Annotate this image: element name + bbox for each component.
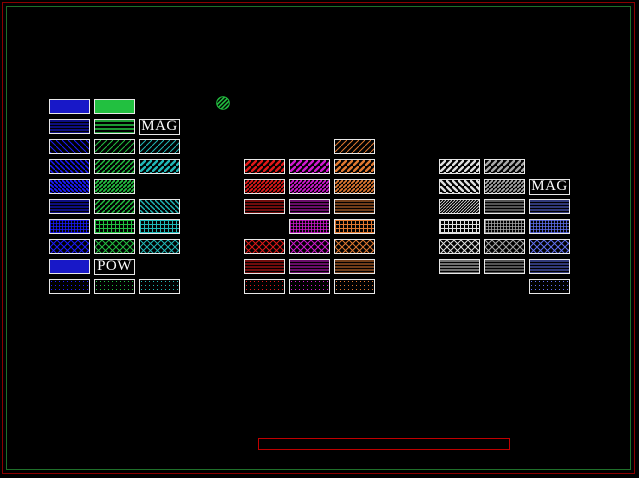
swatch-group-2-red-9[interactable] — [244, 279, 285, 294]
mag-label[interactable]: MAG — [139, 119, 180, 135]
swatch-group-1-green-2[interactable] — [94, 139, 135, 154]
hatched-circle-icon[interactable] — [216, 96, 230, 110]
swatch-group-2-orange-7[interactable] — [334, 239, 375, 254]
swatch-group-1-green-6[interactable] — [94, 219, 135, 234]
swatch-group-3-slate-9[interactable] — [529, 279, 570, 294]
swatch-group-1-teal-2[interactable] — [139, 139, 180, 154]
swatch-group-1-blue-0[interactable] — [49, 99, 90, 114]
swatch-group-1-blue-7[interactable] — [49, 239, 90, 254]
swatch-group-2-red-4[interactable] — [244, 179, 285, 194]
swatch-group-1-blue-4[interactable] — [49, 179, 90, 194]
swatch-group-3-white-8[interactable] — [439, 259, 480, 274]
swatch-group-2-magenta-6[interactable] — [289, 219, 330, 234]
status-bar — [258, 438, 510, 450]
swatch-group-3-slate-7[interactable] — [529, 239, 570, 254]
swatch-group-2-red-3[interactable] — [244, 159, 285, 174]
swatch-group-1-green-0[interactable] — [94, 99, 135, 114]
swatch-group-2-orange-3[interactable] — [334, 159, 375, 174]
swatch-group-2-orange-2[interactable] — [334, 139, 375, 154]
swatch-group-2-orange-4[interactable] — [334, 179, 375, 194]
swatch-group-3-gray-8[interactable] — [484, 259, 525, 274]
swatch-group-1-green-5[interactable] — [94, 199, 135, 214]
swatch-group-3-white-4[interactable] — [439, 179, 480, 194]
swatch-group-2-red-7[interactable] — [244, 239, 285, 254]
swatch-group-3-gray-5[interactable] — [484, 199, 525, 214]
swatch-group-2-magenta-9[interactable] — [289, 279, 330, 294]
swatch-group-1-blue-1[interactable] — [49, 119, 90, 134]
swatch-group-1-green-1[interactable] — [94, 119, 135, 134]
swatch-group-1-green-9[interactable] — [94, 279, 135, 294]
swatch-group-2-orange-8[interactable] — [334, 259, 375, 274]
swatch-group-1-green-3[interactable] — [94, 159, 135, 174]
swatch-group-3-gray-3[interactable] — [484, 159, 525, 174]
pow-label[interactable]: POW — [94, 259, 135, 275]
swatch-group-2-orange-6[interactable] — [334, 219, 375, 234]
swatch-group-3-gray-4[interactable] — [484, 179, 525, 194]
swatch-group-2-magenta-4[interactable] — [289, 179, 330, 194]
swatch-group-1-green-4[interactable] — [94, 179, 135, 194]
swatch-group-2-red-5[interactable] — [244, 199, 285, 214]
swatch-group-1-blue-8[interactable] — [49, 259, 90, 274]
swatch-group-1-blue-9[interactable] — [49, 279, 90, 294]
swatch-group-1-green-7[interactable] — [94, 239, 135, 254]
swatch-group-3-white-6[interactable] — [439, 219, 480, 234]
swatch-group-3-slate-8[interactable] — [529, 259, 570, 274]
mag-label-2[interactable]: MAG — [529, 179, 570, 195]
swatch-group-3-gray-6[interactable] — [484, 219, 525, 234]
swatch-group-2-magenta-3[interactable] — [289, 159, 330, 174]
swatch-group-1-blue-2[interactable] — [49, 139, 90, 154]
swatch-group-1-blue-6[interactable] — [49, 219, 90, 234]
swatch-group-1-teal-3[interactable] — [139, 159, 180, 174]
swatch-group-1-blue-5[interactable] — [49, 199, 90, 214]
swatch-group-3-white-3[interactable] — [439, 159, 480, 174]
swatch-group-1-teal-6[interactable] — [139, 219, 180, 234]
swatch-group-3-slate-6[interactable] — [529, 219, 570, 234]
swatch-group-2-orange-9[interactable] — [334, 279, 375, 294]
swatch-group-2-magenta-8[interactable] — [289, 259, 330, 274]
swatch-group-1-teal-5[interactable] — [139, 199, 180, 214]
swatch-group-1-blue-3[interactable] — [49, 159, 90, 174]
swatch-group-2-magenta-7[interactable] — [289, 239, 330, 254]
swatch-group-2-magenta-5[interactable] — [289, 199, 330, 214]
swatch-group-3-white-5[interactable] — [439, 199, 480, 214]
swatch-group-1-teal-9[interactable] — [139, 279, 180, 294]
inner-frame — [6, 6, 631, 470]
swatch-group-2-red-8[interactable] — [244, 259, 285, 274]
swatch-group-3-slate-5[interactable] — [529, 199, 570, 214]
swatch-group-3-white-7[interactable] — [439, 239, 480, 254]
swatch-group-1-teal-7[interactable] — [139, 239, 180, 254]
swatch-group-3-gray-7[interactable] — [484, 239, 525, 254]
swatch-group-2-orange-5[interactable] — [334, 199, 375, 214]
